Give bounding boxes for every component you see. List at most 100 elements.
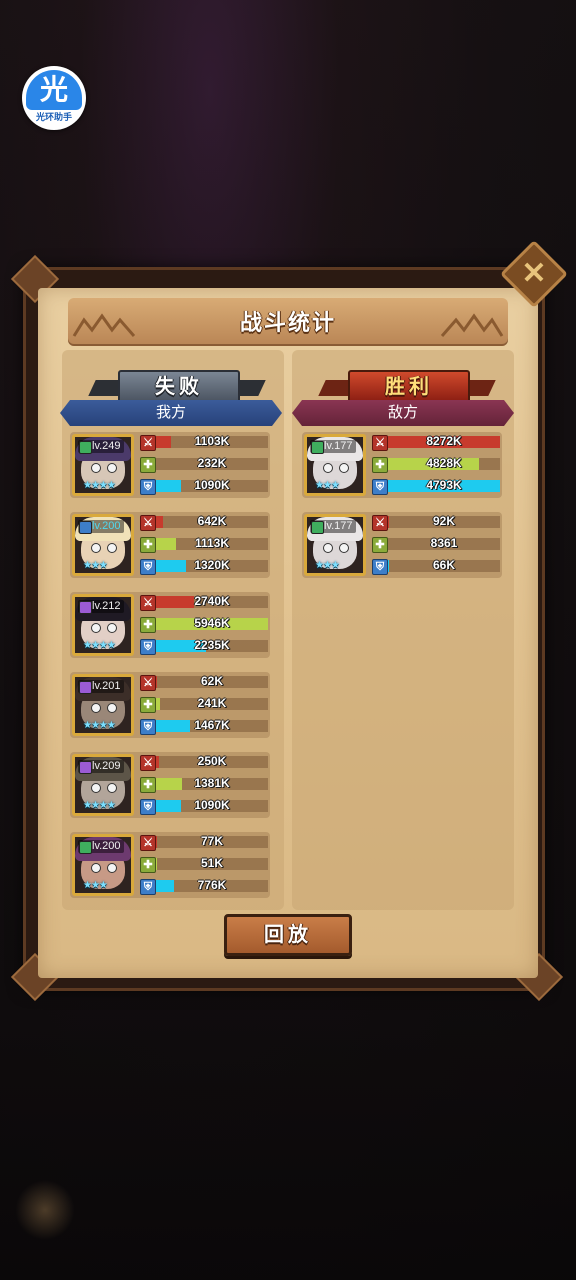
heal-value: 4828K: [426, 456, 462, 470]
hero-level: lv.201: [78, 680, 124, 694]
replay-button[interactable]: 回放: [224, 914, 352, 956]
hero-avatar[interactable]: lv.200 ★★★: [72, 834, 134, 896]
hero-stat-row[interactable]: lv.200 ★★★ ⚔ 642K ✚ 1113K ⛨ 1320K: [70, 512, 270, 578]
hero-level: lv.200: [78, 840, 124, 854]
hero-avatar[interactable]: lv.212 ★★★★: [72, 594, 134, 656]
damage-icon: ⚔: [140, 835, 156, 851]
shield-icon: ⛨: [140, 479, 156, 495]
defense-value: 4793K: [426, 478, 462, 492]
hero-class-icon: [79, 601, 92, 614]
hero-level-text: lv.177: [324, 440, 353, 452]
hero-level: lv.212: [78, 600, 124, 614]
damage-stat: ⚔ 8272K: [372, 434, 502, 451]
hero-eye: [339, 463, 349, 473]
damage-icon: ⚔: [372, 435, 388, 451]
shield-icon: ⛨: [140, 719, 156, 735]
shield-icon: ⛨: [140, 879, 156, 895]
defense-stat: ⛨ 776K: [140, 878, 270, 895]
halo-helper-icon: 光: [26, 70, 82, 110]
damage-stat: ⚔ 1103K: [140, 434, 270, 451]
hero-level-text: lv.200: [92, 520, 121, 532]
hero-stat-row[interactable]: lv.201 ★★★★ ⚔ 62K ✚ 241K ⛨ 1467K: [70, 672, 270, 738]
damage-icon: ⚔: [372, 515, 388, 531]
victory-badge: 胜利: [348, 370, 470, 404]
hero-class-icon: [79, 761, 92, 774]
defense-value: 66K: [432, 558, 455, 572]
close-icon[interactable]: ✕: [510, 250, 558, 298]
damage-value: 62K: [200, 674, 223, 688]
hero-eye: [339, 543, 349, 553]
shield-icon: ⛨: [372, 559, 388, 575]
damage-stat: ⚔ 2740K: [140, 594, 270, 611]
hero-stars: ★★★★: [83, 800, 116, 811]
hero-avatar[interactable]: lv.177 ★★★: [304, 514, 366, 576]
hero-class-icon: [79, 841, 92, 854]
heal-stat: ✚ 1381K: [140, 776, 270, 793]
hero-eye: [107, 863, 117, 873]
hero-eye: [107, 463, 117, 473]
defense-value: 2235K: [194, 638, 230, 652]
heal-icon: ✚: [140, 537, 156, 553]
hero-stat-row[interactable]: lv.177 ★★★ ⚔ 92K ✚ 8361 ⛨ 66K: [302, 512, 502, 578]
heal-icon: ✚: [140, 857, 156, 873]
hero-stat-row[interactable]: lv.249 ★★★★ ⚔ 1103K ✚ 232K ⛨ 1090K: [70, 432, 270, 498]
dialog-title: 战斗统计: [239, 310, 336, 335]
hero-class-icon: [79, 681, 92, 694]
hero-eye: [107, 623, 117, 633]
damage-stat: ⚔ 77K: [140, 834, 270, 851]
our-side-label: 我方: [60, 400, 282, 426]
defense-stat: ⛨ 1320K: [140, 558, 270, 575]
heal-icon: ✚: [140, 457, 156, 473]
hero-avatar[interactable]: lv.177 ★★★: [304, 434, 366, 496]
defense-stat: ⛨ 1090K: [140, 798, 270, 815]
defense-value: 776K: [197, 878, 227, 892]
defeat-badge: 失败: [118, 370, 240, 404]
hero-eye: [107, 703, 117, 713]
hero-stat-row[interactable]: lv.212 ★★★★ ⚔ 2740K ✚ 5946K ⛨ 2235K: [70, 592, 270, 658]
heal-stat: ✚ 51K: [140, 856, 270, 873]
hero-eye: [91, 703, 101, 713]
heal-stat: ✚ 1113K: [140, 536, 270, 553]
hero-level-text: lv.209: [92, 760, 121, 772]
heal-icon: ✚: [140, 777, 156, 793]
damage-value: 8272K: [426, 434, 462, 448]
defense-stat: ⛨ 66K: [372, 558, 502, 575]
damage-icon: ⚔: [140, 515, 156, 531]
halo-helper-floating-button[interactable]: 光 光环助手: [22, 66, 86, 130]
shield-icon: ⛨: [140, 559, 156, 575]
heal-value: 1381K: [194, 776, 230, 790]
hero-level: lv.177: [310, 440, 356, 454]
damage-icon: ⚔: [140, 595, 156, 611]
hero-level-text: lv.249: [92, 440, 121, 452]
hero-avatar[interactable]: lv.200 ★★★: [72, 514, 134, 576]
defense-value: 1467K: [194, 718, 230, 732]
hero-level: lv.177: [310, 520, 356, 534]
heal-stat: ✚ 232K: [140, 456, 270, 473]
enemy-side-label: 敌方: [292, 400, 514, 426]
hero-stat-row[interactable]: lv.177 ★★★ ⚔ 8272K ✚ 4828K ⛨ 4793K: [302, 432, 502, 498]
hero-level-text: lv.201: [92, 680, 121, 692]
hero-class-icon: [311, 521, 324, 534]
hero-stat-row[interactable]: lv.200 ★★★ ⚔ 77K ✚ 51K ⛨ 776K: [70, 832, 270, 898]
hero-avatar[interactable]: lv.201 ★★★★: [72, 674, 134, 736]
heal-value: 232K: [197, 456, 227, 470]
damage-icon: ⚔: [140, 755, 156, 771]
hero-stars: ★★★★: [83, 640, 116, 651]
shield-icon: ⛨: [372, 479, 388, 495]
damage-stat: ⚔ 642K: [140, 514, 270, 531]
hero-eye: [91, 863, 101, 873]
hero-class-icon: [311, 441, 324, 454]
hero-stars: ★★★★: [83, 720, 116, 731]
hero-stars: ★★★★: [83, 480, 116, 491]
hero-avatar[interactable]: lv.209 ★★★★: [72, 754, 134, 816]
damage-value: 250K: [197, 754, 227, 768]
heal-value: 241K: [197, 696, 227, 710]
heal-stat: ✚ 4828K: [372, 456, 502, 473]
hero-stars: ★★★: [315, 480, 340, 491]
heal-value: 5946K: [194, 616, 230, 630]
hero-avatar[interactable]: lv.249 ★★★★: [72, 434, 134, 496]
hero-eye: [323, 543, 333, 553]
hero-level-text: lv.212: [92, 600, 121, 612]
hero-stat-row[interactable]: lv.209 ★★★★ ⚔ 250K ✚ 1381K ⛨ 1090K: [70, 752, 270, 818]
heal-icon: ✚: [140, 697, 156, 713]
